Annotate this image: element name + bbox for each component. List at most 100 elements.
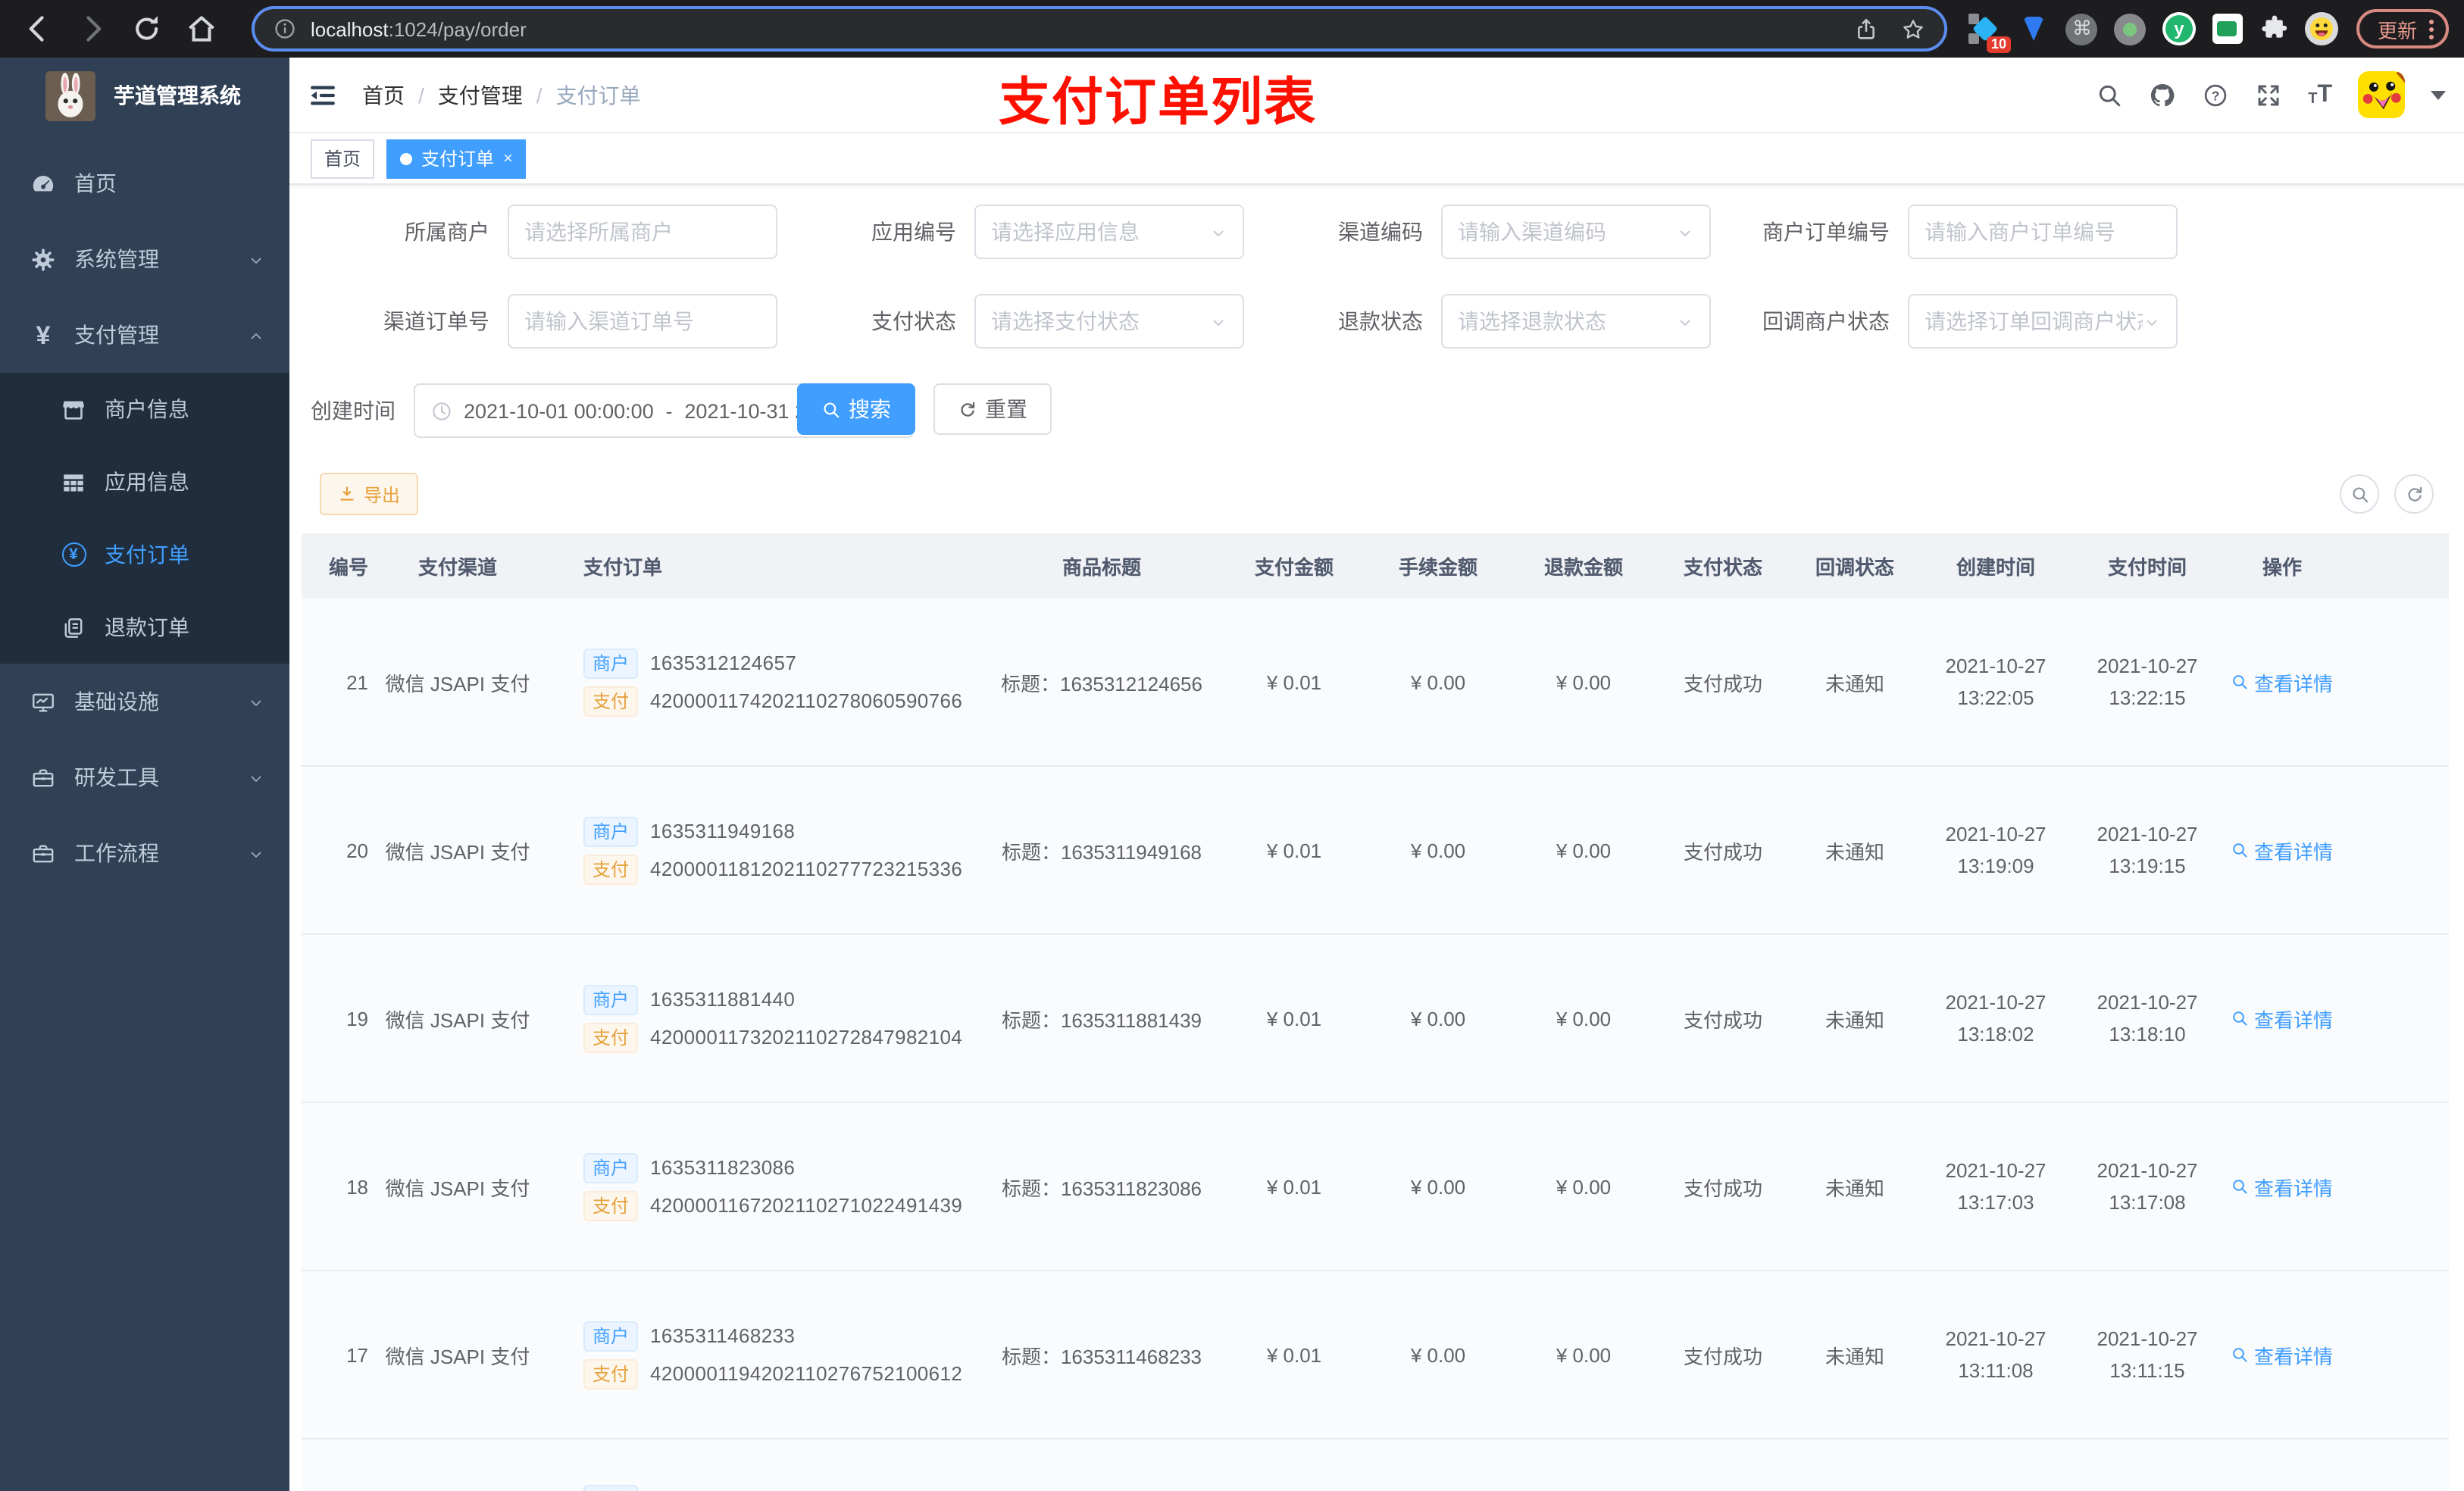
filter-label: 渠道订单号 [383,309,489,333]
extension-command-icon[interactable]: ⌘ [2065,12,2099,45]
extension-record-icon[interactable] [2114,12,2147,45]
refresh-table-icon[interactable] [2394,474,2434,514]
tag-view-item[interactable]: 首页 [311,139,375,178]
table-row: 20 微信 JSAPI 支付 商户 1635311949168 支付 4200001181… [302,767,2449,935]
app-logo-row[interactable]: 芋道管理系统 [0,58,289,133]
tag-view-active[interactable]: 支付订单 × [386,139,527,178]
sidebar-item-app-info[interactable]: 应用信息 [0,445,289,518]
extension-diamond-icon[interactable]: 10 [1968,12,2011,53]
extension-y-icon[interactable]: y [2162,12,2196,45]
view-detail-link[interactable]: 查看详情 [2231,836,2333,864]
extensions-puzzle-icon[interactable] [2259,14,2290,44]
cell-title: 标题：1635311823086 [1001,1177,1202,1199]
breadcrumb: 首页 / 支付管理 / 支付订单 [362,80,641,110]
filter-item: 回调商户状态 请选择订单回调商户状态 [1711,294,2178,349]
search-button[interactable]: 搜索 [797,383,915,435]
breadcrumb-item[interactable]: 首页 [362,80,405,110]
pay-status-select[interactable]: 请选择支付状态 [974,294,1244,349]
breadcrumb-separator: / [536,83,543,107]
sidebar-item-merchant-info[interactable]: 商户信息 [0,373,289,445]
chevron-down-icon [247,844,265,862]
export-button[interactable]: 导出 [320,473,419,515]
extension-strip: 10 ⌘ y [1968,12,2338,53]
sidebar-item-label: 支付订单 [105,542,189,567]
share-icon[interactable] [1853,16,1879,42]
filter-label: 渠道编码 [1338,220,1423,244]
browser-back-icon[interactable] [21,12,55,45]
chevron-down-icon [247,250,265,268]
cell-status: 支付成功 [1683,840,1762,863]
download-icon [338,485,356,503]
reset-button[interactable]: 重置 [933,383,1052,435]
profile-emoji-icon[interactable] [2304,12,2338,45]
channel-order-input[interactable]: 请输入渠道订单号 [508,294,777,349]
tag-close-icon[interactable]: × [503,149,513,167]
browser-forward-icon[interactable] [76,12,109,45]
cell-id: 20 [346,839,368,861]
table-header-fee: 手续金额 [1398,556,1477,579]
filter-item: 支付状态 请选择支付状态 [777,294,1244,349]
sidebar-item-home[interactable]: 首页 [0,145,289,221]
cell-pay-order: 商户 1635311468233 支付 42000011942021102767521… [547,1314,980,1395]
sidebar-item-pay-order[interactable]: ¥ 支付订单 [0,518,289,591]
app-select[interactable]: 请选择应用信息 [974,205,1244,259]
browser-reload-icon[interactable] [130,12,164,45]
browser-home-icon[interactable] [185,12,218,45]
github-icon[interactable] [2149,81,2176,108]
filter-row-1: 所属商户 请选择所属商户 应用编号 请选择应用信息 渠道编码 请输入渠道编码 商户订单编号 请… [311,205,2464,259]
sidebar-item-workflow[interactable]: 工作流程 [0,815,289,891]
pay-order-table: 编号 支付渠道 支付订单 商品标题 支付金额 手续金额 退款金额 支付状态 回调状态 创建时间 支付… [302,533,2449,1491]
cell-refund: ¥ 0.00 [1556,839,1612,861]
help-icon[interactable]: ? [2202,81,2229,108]
merchant-order-input[interactable]: 请输入商户订单编号 [1908,205,2178,259]
view-detail-link[interactable]: 查看详情 [2231,1340,2333,1369]
extension-balloon-icon[interactable] [2017,12,2050,45]
sidebar-menu: 首页 系统管理 ¥ 支付管理 商户信息 应用信息 ¥ 支付订单 退款订单基础设施研发工具 工作流程 [0,145,289,891]
notify-status-select[interactable]: 请选择订单回调商户状态 [1908,294,2178,349]
avatar-caret-icon[interactable] [2431,90,2446,107]
address-bar[interactable]: localhost:1024/pay/order [252,6,1947,52]
chevron-down-icon [247,768,265,786]
cell-title: 标题：1635311468233 [1001,1345,1202,1368]
sidebar-item-system[interactable]: 系统管理 [0,221,289,297]
cell-refund: ¥ 0.00 [1556,1343,1612,1366]
pay-order-no: 4200001194202110276752100612 [650,1362,963,1385]
merchant-order-no: 1635311881440 [650,988,796,1011]
bookmark-star-icon[interactable] [1900,16,1926,42]
sidebar-item-dev-tools[interactable]: 研发工具 [0,739,289,815]
user-avatar[interactable] [2358,71,2405,118]
extension-chat-icon[interactable] [2211,12,2244,45]
breadcrumb-item[interactable]: 支付管理 [438,80,523,110]
refund-status-select[interactable]: 请选择退款状态 [1441,294,1711,349]
sidebar-item-payment[interactable]: ¥ 支付管理 [0,297,289,373]
sidebar-item-infrastructure[interactable]: 基础设施 [0,664,289,739]
tag-label: 支付订单 [421,148,495,170]
grid-icon [61,469,86,495]
view-detail-link[interactable]: 查看详情 [2231,667,2333,696]
browser-menu-icon[interactable] [2429,19,2434,39]
sidebar-toggle-icon[interactable] [308,80,338,110]
filter-label: 退款状态 [1338,309,1423,333]
browser-update-button[interactable]: 更新 [2356,9,2449,48]
channel-code-select[interactable]: 请输入渠道编码 [1441,205,1711,259]
fullscreen-icon[interactable] [2255,81,2282,108]
cell-create-time: 2021-10-27 13:18:02 [1945,991,2047,1046]
cell-notify: 未通知 [1825,840,1884,863]
site-info-icon[interactable] [273,17,297,41]
url-text[interactable]: localhost:1024/pay/order [311,17,1832,40]
breadcrumb-item[interactable]: 支付订单 [556,80,641,110]
merchant-select[interactable]: 请选择所属商户 [508,205,777,259]
sidebar-item-label: 基础设施 [74,689,159,714]
font-size-icon[interactable]: TT [2308,82,2332,107]
view-detail-link[interactable]: 查看详情 [2231,1172,2333,1201]
view-detail-link[interactable]: 查看详情 [2231,1004,2333,1033]
tags-view-bar: 首页 支付订单 × [289,133,2464,185]
filter-row-date: 创建时间 2021-10-01 00:00:00-2021-10-31 23:59… [311,383,2464,438]
tag-active-dot [400,152,413,164]
cell-create-time: 2021-10-27 13:22:05 [1945,655,2047,709]
select-arrow-icon [1676,223,1694,241]
sidebar-item-refund-order[interactable]: 退款订单 [0,591,289,664]
search-icon[interactable] [2096,81,2123,108]
gear-icon [30,246,56,272]
toggle-search-icon[interactable] [2340,474,2379,514]
